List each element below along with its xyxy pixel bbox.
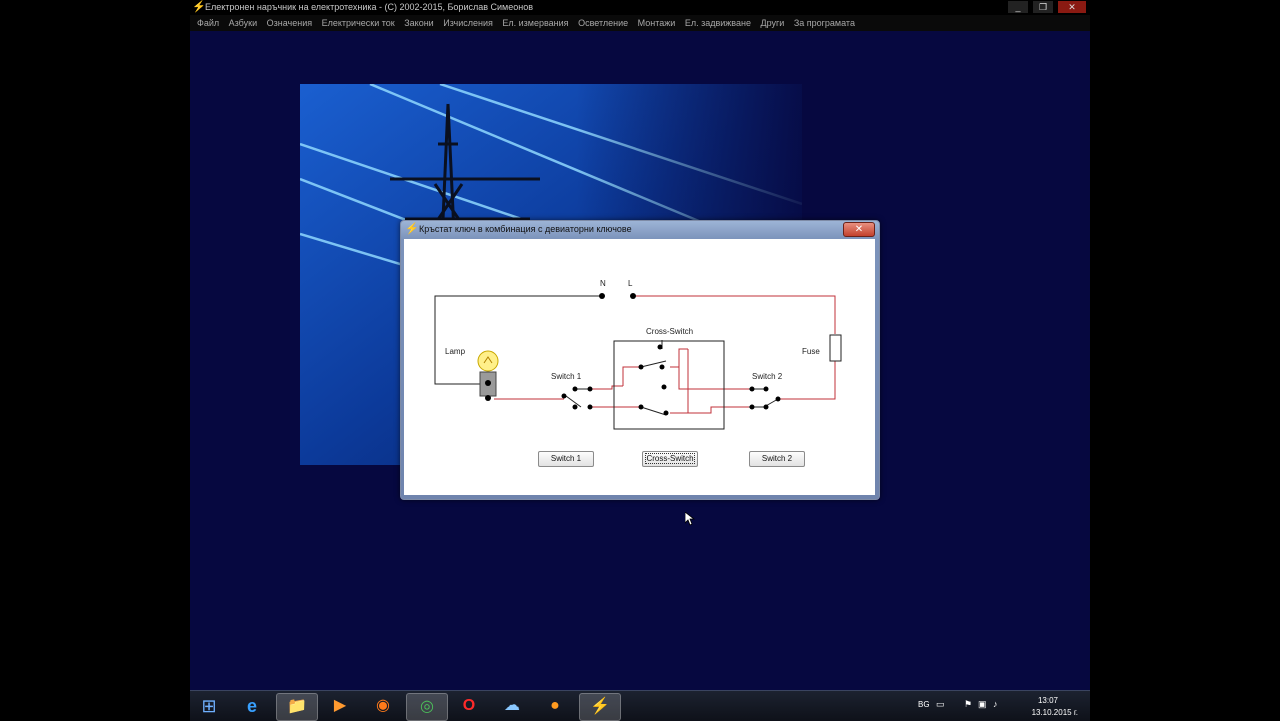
fuse-label: Fuse bbox=[802, 347, 820, 356]
lamp-bulb-icon bbox=[477, 350, 499, 401]
menu-item-installations[interactable]: Монтажи bbox=[638, 15, 676, 31]
taskbar-app-internet-explorer[interactable]: e bbox=[232, 693, 272, 719]
neutral-label: N bbox=[600, 279, 606, 288]
media-player-icon: ▶ bbox=[333, 697, 347, 714]
menu-item-about[interactable]: За програмата bbox=[794, 15, 855, 31]
maximize-button[interactable]: ❐ bbox=[1033, 1, 1053, 13]
internet-explorer-icon: e bbox=[246, 696, 257, 716]
desktop: ⚡ Електронен наръчник на електротехника … bbox=[190, 0, 1090, 720]
taskbar-app-firefox[interactable]: ◉ bbox=[363, 693, 403, 719]
menu-item-current[interactable]: Електрически ток bbox=[322, 15, 395, 31]
menu-item-lighting[interactable]: Осветление bbox=[578, 15, 628, 31]
firefox-icon: ◉ bbox=[376, 697, 390, 714]
menu-item-other[interactable]: Други bbox=[760, 15, 784, 31]
dialog-close-button[interactable]: ✕ bbox=[843, 222, 875, 237]
menu-bar: Файл Азбуки Означения Електрически ток З… bbox=[190, 15, 1090, 31]
lamp-label: Lamp bbox=[445, 347, 466, 356]
menu-item-measurements[interactable]: Ел. измервания bbox=[502, 15, 568, 31]
system-tray: BG ▭ ⚑ ▣ ♪ 13:07 13.10.2015 г. bbox=[918, 691, 1078, 721]
mouse-cursor-icon bbox=[685, 512, 695, 526]
taskbar-app-chrome[interactable]: ◎ bbox=[406, 693, 448, 721]
switch-2-label: Switch 2 bbox=[752, 372, 783, 381]
clock-time[interactable]: 13:07 bbox=[1038, 696, 1058, 705]
taskbar-app-file-explorer[interactable]: 📁 bbox=[276, 693, 318, 721]
switch-2-button[interactable]: Switch 2 bbox=[749, 451, 805, 467]
menu-item-symbols[interactable]: Означения bbox=[267, 15, 312, 31]
volume-icon[interactable]: ♪ bbox=[993, 699, 998, 709]
taskbar-app-electro[interactable]: ⚡ bbox=[579, 693, 621, 721]
taskbar-app-messenger[interactable]: ☁ bbox=[492, 693, 532, 719]
orange-app-icon: ● bbox=[550, 697, 560, 714]
windows-start-icon: ⊞ bbox=[201, 696, 217, 716]
start-button[interactable]: ⊞ bbox=[192, 693, 226, 719]
cross-switch-dialog: ⚡ Кръстат ключ в комбинация с девиаторни… bbox=[400, 220, 880, 500]
taskbar-app-opera[interactable]: O bbox=[449, 693, 489, 719]
taskbar-app-orange[interactable]: ● bbox=[535, 693, 575, 719]
chrome-icon: ◎ bbox=[420, 698, 434, 715]
taskbar-app-media-player[interactable]: ▶ bbox=[320, 693, 360, 719]
live-label: L bbox=[628, 279, 633, 288]
close-button[interactable]: ✕ bbox=[1058, 1, 1086, 13]
lightning-icon: ⚡ bbox=[590, 698, 610, 715]
language-indicator[interactable]: BG bbox=[918, 700, 930, 709]
cross-switch-label: Cross-Switch bbox=[646, 327, 694, 336]
dialog-content: N L Cross-Switch Lamp Fuse Switch 1 Swit… bbox=[404, 239, 875, 495]
opera-icon: O bbox=[462, 697, 476, 714]
network-icon[interactable]: ▣ bbox=[978, 699, 987, 710]
lightning-icon: ⚡ bbox=[192, 1, 206, 13]
app-title-bar: ⚡ Електронен наръчник на електротехника … bbox=[190, 0, 1090, 15]
app-title: Електронен наръчник на електротехника - … bbox=[205, 2, 533, 12]
cross-switch-button-label: Cross-Switch bbox=[645, 453, 695, 464]
lightning-icon: ⚡ bbox=[405, 223, 419, 235]
folder-icon: 📁 bbox=[287, 698, 307, 715]
flag-icon[interactable]: ⚑ bbox=[964, 699, 972, 710]
menu-item-laws[interactable]: Закони bbox=[404, 15, 433, 31]
menu-item-calculations[interactable]: Изчисления bbox=[443, 15, 493, 31]
menu-item-alphabets[interactable]: Азбуки bbox=[229, 15, 257, 31]
taskbar: ⊞ e 📁 ▶ ◉ ◎ O ☁ ● ⚡ BG ▭ ⚑ ▣ ♪ 13:07 13.… bbox=[190, 690, 1090, 721]
clock-date[interactable]: 13.10.2015 г. bbox=[1032, 708, 1078, 717]
messenger-icon: ☁ bbox=[504, 697, 520, 714]
switch-1-label: Switch 1 bbox=[551, 372, 582, 381]
menu-item-file[interactable]: Файл bbox=[197, 15, 219, 31]
switch-1-button[interactable]: Switch 1 bbox=[538, 451, 594, 467]
cross-switch-button[interactable]: Cross-Switch bbox=[642, 451, 698, 467]
minimize-button[interactable]: _ bbox=[1008, 1, 1028, 13]
dialog-title: Кръстат ключ в комбинация с девиаторни к… bbox=[419, 224, 632, 234]
menu-item-drives[interactable]: Ел. задвижване bbox=[685, 15, 751, 31]
keyboard-icon: ▭ bbox=[936, 699, 945, 709]
